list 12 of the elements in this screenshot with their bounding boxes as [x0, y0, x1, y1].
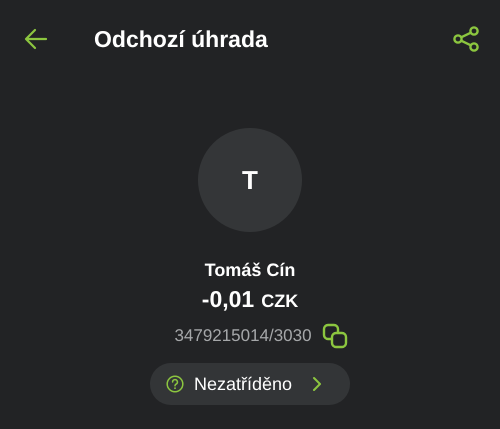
payee-name: Tomáš Cín — [204, 260, 296, 281]
chevron-right-icon — [312, 376, 322, 392]
avatar: T — [198, 128, 302, 232]
category-button[interactable]: Nezatříděno — [150, 363, 350, 405]
help-icon — [166, 375, 184, 393]
back-arrow-icon[interactable] — [24, 28, 48, 50]
copy-icon[interactable] — [322, 323, 348, 349]
currency-text: CZK — [261, 291, 298, 312]
share-icon[interactable] — [452, 26, 480, 52]
account-number: 3479215014/3030 — [174, 326, 312, 346]
screen-title: Odchozí úhrada — [94, 26, 269, 52]
amount-text: -0,01 — [202, 286, 254, 313]
